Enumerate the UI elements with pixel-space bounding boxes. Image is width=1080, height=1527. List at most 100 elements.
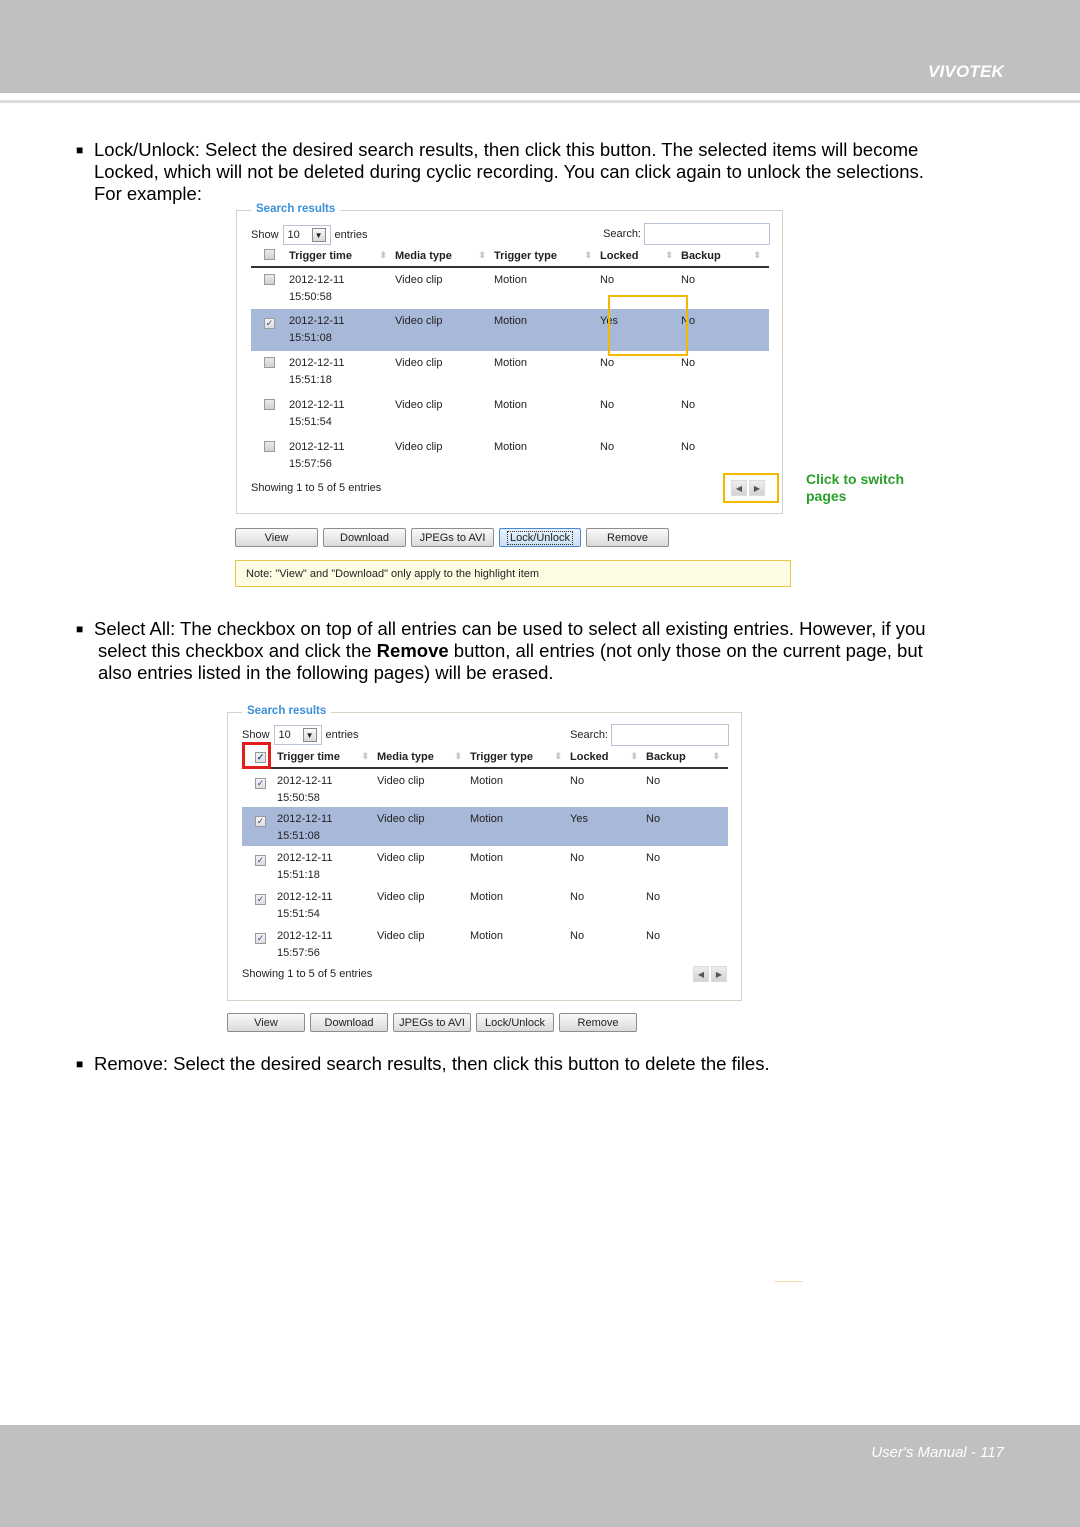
column-header-locked[interactable]: Locked ⬍ xyxy=(600,245,681,268)
bullet-icon: ■ xyxy=(76,1057,84,1071)
chevron-down-icon[interactable]: ▼ xyxy=(311,228,326,242)
row-checkbox[interactable]: ✓ xyxy=(255,778,266,789)
table-row[interactable]: ✓ 2012-12-11 15:51:18 Video clip Motion No No xyxy=(242,846,728,885)
entries-per-page-select[interactable]: 10 ▼ xyxy=(282,225,331,245)
page-number: User's Manual - 117 xyxy=(871,1444,1004,1461)
cell-locked: No xyxy=(570,852,585,864)
table-row[interactable]: 2012-12-11 15:51:54 Video clip Motion No No xyxy=(251,393,769,435)
table-row[interactable]: ✓ 2012-12-11 15:51:08 Video clip Motion Yes No xyxy=(242,807,728,846)
table-header-row: Trigger time ⬍ Media type ⬍ Trigger type ⬍ Loc… xyxy=(251,245,769,268)
cell-locked: No xyxy=(600,357,615,369)
sort-icon[interactable]: ⬍ xyxy=(584,250,592,261)
cell-backup: No xyxy=(646,807,728,846)
cell-media: Video clip xyxy=(395,399,443,411)
sort-icon[interactable]: ⬍ xyxy=(361,751,369,762)
table-row[interactable]: ✓ 2012-12-11 15:57:56 Video clip Motion No No xyxy=(242,924,728,963)
action-buttons: View Download JPEGs to AVI Lock/Unlock Remov… xyxy=(235,528,669,547)
row-checkbox-cell: ✓ xyxy=(242,768,277,807)
select-all-checkbox[interactable] xyxy=(264,248,275,260)
lock-unlock-button[interactable]: Lock/Unlock xyxy=(476,1013,554,1032)
cell-media: Video clip xyxy=(395,357,443,369)
page-header xyxy=(0,0,1080,93)
cell-locked: No xyxy=(570,891,585,903)
search-input[interactable] xyxy=(611,724,729,746)
column-header-trigger-time[interactable]: Trigger time ⬍ xyxy=(289,245,395,268)
table-row[interactable]: 2012-12-11 15:57:56 Video clip Motion No No xyxy=(251,435,769,477)
row-checkbox[interactable]: ✓ xyxy=(264,318,275,329)
select-all-checkbox-cell xyxy=(251,245,289,268)
pagination: ◀ ▶ xyxy=(693,966,727,982)
cell-locked: No xyxy=(600,441,615,453)
cell-media: Video clip xyxy=(377,891,425,903)
row-checkbox[interactable] xyxy=(264,357,275,368)
download-button[interactable]: Download xyxy=(323,528,406,547)
cell-trigger: Motion xyxy=(470,775,504,787)
sort-icon[interactable]: ⬍ xyxy=(554,751,562,762)
table-row[interactable]: 2012-12-11 15:50:58 Video clip Motion No No xyxy=(251,267,769,309)
column-header-backup[interactable]: Backup ⬍ xyxy=(646,746,728,769)
cell-trigger: Motion xyxy=(494,274,528,286)
row-checkbox[interactable]: ✓ xyxy=(255,855,266,866)
sort-icon[interactable]: ⬍ xyxy=(712,751,720,762)
table-row[interactable]: ✓ 2012-12-11 15:51:08 Video clip Motion Yes No xyxy=(251,309,769,351)
chevron-down-icon[interactable]: ▼ xyxy=(302,728,317,742)
prev-page-icon[interactable]: ◀ xyxy=(693,966,709,982)
cell-trigger-time: 2012-12-11 15:51:18 xyxy=(289,357,345,386)
next-page-icon[interactable]: ▶ xyxy=(711,966,727,982)
note-box: Note: "View" and "Download" only apply t… xyxy=(235,560,791,587)
column-header-trigger-type[interactable]: Trigger type ⬍ xyxy=(470,746,570,769)
entries-per-page-select[interactable]: 10 ▼ xyxy=(273,725,322,745)
bullet-icon: ■ xyxy=(76,622,84,636)
decorative-line xyxy=(774,1281,803,1282)
row-checkbox[interactable] xyxy=(264,441,275,452)
sort-icon[interactable]: ⬍ xyxy=(379,250,387,261)
cell-locked: No xyxy=(570,930,585,942)
cell-trigger-time: 2012-12-11 15:51:54 xyxy=(277,891,333,920)
column-header-backup[interactable]: Backup ⬍ xyxy=(681,245,769,268)
row-checkbox[interactable]: ✓ xyxy=(255,933,266,944)
cell-backup: No xyxy=(646,930,661,942)
row-checkbox[interactable]: ✓ xyxy=(255,816,266,827)
column-header-media-type[interactable]: Media type ⬍ xyxy=(395,245,494,268)
sort-icon[interactable]: ⬍ xyxy=(454,751,462,762)
cell-backup: No xyxy=(646,775,661,787)
row-checkbox[interactable]: ✓ xyxy=(255,894,266,905)
search-input[interactable] xyxy=(644,223,770,245)
column-header-locked[interactable]: Locked ⬍ xyxy=(570,746,646,769)
pager-annotation: Click to switch pages xyxy=(806,471,905,504)
sort-icon[interactable]: ⬍ xyxy=(630,751,638,762)
header-divider xyxy=(0,100,1080,103)
remove-button[interactable]: Remove xyxy=(559,1013,637,1032)
download-button[interactable]: Download xyxy=(310,1013,388,1032)
locked-highlight-callout xyxy=(608,295,688,356)
table-body: ✓ 2012-12-11 15:50:58 Video clip Motion No No ✓… xyxy=(242,768,728,963)
row-checkbox-cell xyxy=(251,393,289,435)
column-header-media-type[interactable]: Media type ⬍ xyxy=(377,746,470,769)
row-checkbox[interactable] xyxy=(264,399,275,410)
cell-media: Video clip xyxy=(377,852,425,864)
sort-icon[interactable]: ⬍ xyxy=(753,250,761,261)
row-checkbox-cell xyxy=(251,267,289,309)
results-table: ✓ Trigger time ⬍ Media type ⬍ Trigger type ⬍ Lo… xyxy=(242,746,728,963)
sort-icon[interactable]: ⬍ xyxy=(665,250,673,261)
cell-trigger: Motion xyxy=(470,852,504,864)
jpegs-to-avi-button[interactable]: JPEGs to AVI xyxy=(411,528,494,547)
sort-icon[interactable]: ⬍ xyxy=(478,250,486,261)
table-row[interactable]: ✓ 2012-12-11 15:51:54 Video clip Motion No No xyxy=(242,885,728,924)
column-header-trigger-type[interactable]: Trigger type ⬍ xyxy=(494,245,600,268)
cell-trigger-time: 2012-12-11 15:51:08 xyxy=(277,807,377,846)
table-row[interactable]: ✓ 2012-12-11 15:50:58 Video clip Motion No No xyxy=(242,768,728,807)
table-row[interactable]: 2012-12-11 15:51:18 Video clip Motion No No xyxy=(251,351,769,393)
lock-unlock-paragraph: ■ Lock/Unlock: Select the desired search … xyxy=(76,139,924,204)
row-checkbox[interactable] xyxy=(264,274,275,285)
cell-trigger: Motion xyxy=(494,441,528,453)
jpegs-to-avi-button[interactable]: JPEGs to AVI xyxy=(393,1013,471,1032)
view-button[interactable]: View xyxy=(235,528,318,547)
view-button[interactable]: View xyxy=(227,1013,305,1032)
lock-unlock-button[interactable]: Lock/Unlock xyxy=(499,528,581,547)
row-checkbox-cell: ✓ xyxy=(242,924,277,963)
column-header-trigger-time[interactable]: Trigger time ⬍ xyxy=(277,746,377,769)
cell-media: Video clip xyxy=(377,775,425,787)
remove-button[interactable]: Remove xyxy=(586,528,669,547)
cell-trigger-time: 2012-12-11 15:51:18 xyxy=(277,852,333,881)
